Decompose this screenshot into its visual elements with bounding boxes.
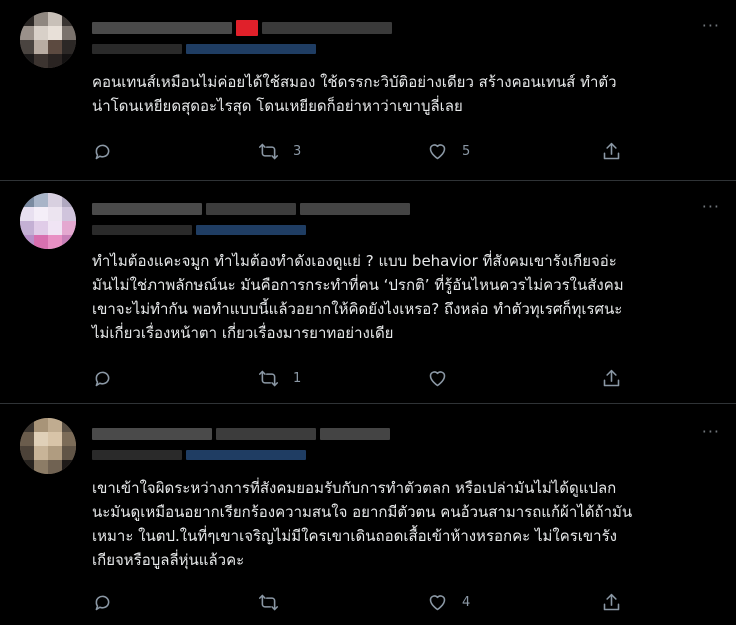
retweet-count: 3 bbox=[293, 143, 302, 159]
tweet-text: คอนเทนส์เหมือนไม่ค่อยได้ใช้สมอง ใช้ดรรกะ… bbox=[92, 73, 617, 115]
share-button[interactable] bbox=[601, 139, 622, 163]
reply-icon bbox=[95, 144, 110, 159]
share-icon bbox=[603, 369, 620, 386]
tweet[interactable]: ··· เขาเข้าใจผิดระหว่างการที่สังคมยอมรับ… bbox=[0, 404, 736, 625]
tweet-text: ทำไมต้องแคะจมูก ทำไมต้องทำดังเองดูแย่ ? … bbox=[92, 252, 624, 342]
retweet-button[interactable]: 1 bbox=[258, 366, 301, 390]
share-icon bbox=[603, 142, 620, 159]
like-count: 5 bbox=[462, 143, 471, 159]
retweet-icon bbox=[258, 594, 279, 610]
reply-button[interactable] bbox=[92, 590, 113, 614]
share-button[interactable] bbox=[601, 590, 622, 614]
more-options-icon[interactable]: ··· bbox=[702, 197, 720, 216]
retweet-icon bbox=[258, 143, 279, 159]
reply-icon bbox=[95, 595, 110, 610]
like-button[interactable] bbox=[427, 366, 462, 390]
like-count: 4 bbox=[462, 594, 471, 610]
more-options-icon[interactable]: ··· bbox=[702, 422, 720, 441]
avatar[interactable] bbox=[20, 418, 76, 474]
like-button[interactable]: 5 bbox=[427, 139, 470, 163]
retweet-button[interactable] bbox=[258, 590, 293, 614]
avatar[interactable] bbox=[20, 12, 76, 68]
like-button[interactable]: 4 bbox=[427, 590, 470, 614]
heart-icon bbox=[429, 143, 446, 159]
retweet-button[interactable]: 3 bbox=[258, 139, 301, 163]
retweet-count: 1 bbox=[293, 370, 302, 386]
heart-icon bbox=[429, 594, 446, 610]
reply-icon bbox=[95, 371, 110, 386]
more-options-icon[interactable]: ··· bbox=[702, 16, 720, 35]
share-icon bbox=[603, 593, 620, 610]
heart-icon bbox=[429, 370, 446, 386]
avatar[interactable] bbox=[20, 193, 76, 249]
tweet-text: เขาเข้าใจผิดระหว่างการที่สังคมยอมรับกับก… bbox=[92, 479, 633, 569]
reply-button[interactable] bbox=[92, 139, 113, 163]
retweet-icon bbox=[258, 370, 279, 386]
tweet[interactable]: ··· ทำไมต้องแคะจมูก ทำไมต้องทำดังเองดูแย… bbox=[0, 181, 736, 403]
tweet[interactable]: ··· คอนเทนส์เหมือนไม่ค่อยได้ใช้สมอง ใช้ด… bbox=[0, 0, 736, 180]
reply-button[interactable] bbox=[92, 366, 113, 390]
share-button[interactable] bbox=[601, 366, 622, 390]
